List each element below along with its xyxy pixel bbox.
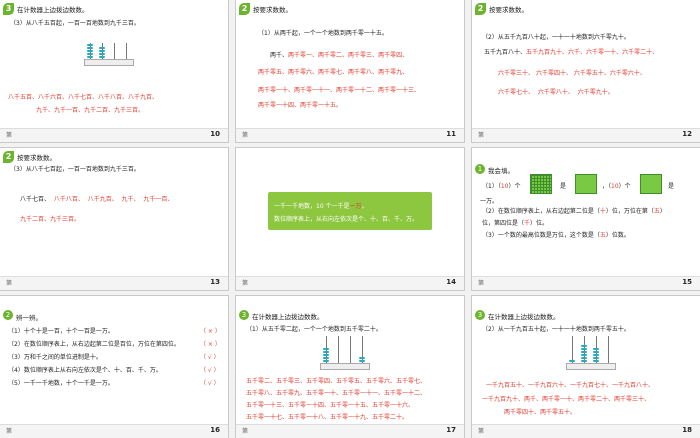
slide-number: 11 xyxy=(446,130,456,138)
slide-badge: 1 xyxy=(475,164,485,174)
answer-line: 一千九百九十、两千、两千零一十、两千零二十、两千零三十、 xyxy=(482,396,651,403)
slide-footer: 第 16 xyxy=(0,424,228,438)
answer-line: 五千零八、五千零九、五千零一十、五千零一十一、五千零一十二、 xyxy=(246,390,427,397)
slide-15[interactable]: 1 我会填。 （1）（10）个 是 ，（10）个 是 一万。 （2）在数位顺序表… xyxy=(472,148,700,290)
slide-footer: 第 10 xyxy=(0,128,228,142)
slide-footer: 第 17 xyxy=(236,424,464,438)
slide-number: 14 xyxy=(446,278,456,286)
slide-footer: 第 15 xyxy=(472,276,700,290)
slide-badge: 2 xyxy=(239,3,250,15)
fill-q3: （3）一个数的最高位数是万位，这个数是（五）位数。 xyxy=(482,232,630,239)
question: （3）从八千五百起，一百一百地数到九千三百。 xyxy=(10,20,140,27)
slide-title: 在计数器上边拨边数数。 xyxy=(488,313,560,321)
judge-answer: （ √ ） xyxy=(200,380,220,387)
slide-title: 我会填。 xyxy=(488,167,514,175)
cube-thousand-icon xyxy=(575,174,597,194)
slide-badge: 3 xyxy=(239,310,249,320)
answer-line: 六千零七十、 六千零八十、 六千零九十。 xyxy=(498,89,614,96)
slide-11[interactable]: 2 按要求数数。 （1）从两千起，一个一个地数到两千零一十五。 两千、两千零一、… xyxy=(236,0,464,142)
slide-footer: 第 12 xyxy=(472,128,700,142)
slide-badge: 2 xyxy=(3,151,14,163)
question: （3）从八千七百起，一百一百地数到九千三百。 xyxy=(10,166,140,173)
slide-13[interactable]: 2 按要求数数。 （3）从八千七百起，一百一百地数到九千三百。 八千七百、 八千… xyxy=(0,148,228,290)
abacus xyxy=(320,336,370,370)
slide-12[interactable]: 2 按要求数数。 （2）从五千九百八十起，一十一十地数到六千零九十。 五千九百八… xyxy=(472,0,700,142)
summary-line: 一千一千地数，10 个一千是一万。 xyxy=(274,203,368,210)
answer-line: 五千九百八十、五千九百九十、六千、六千零一十、六千零二十、 xyxy=(484,49,659,56)
slide-number: 18 xyxy=(682,426,692,434)
slide-badge: 2 xyxy=(3,310,13,320)
answer-line: 五千零一十三、五千零一十四、五千零一十五、五千零一十六、 xyxy=(246,402,415,409)
judge-item: （5）一千一千地数，十个一千是一万。 xyxy=(8,380,114,387)
slide-badge: 3 xyxy=(3,3,14,15)
slide-footer: 第 14 xyxy=(236,276,464,290)
answer-line: 两千零五、两千零六、两千零七、两千零八、两千零九、 xyxy=(258,69,409,76)
slide-footer: 第 13 xyxy=(0,276,228,290)
slide-grid: 3 在计数器上边拨边数数。 （3）从八千五百起，一百一百地数到九千三百。 八千五… xyxy=(0,0,700,438)
cube-thousand-icon xyxy=(640,174,662,194)
slide-title: 按要求数数。 xyxy=(253,6,292,14)
slide-17[interactable]: 3 在计数器上边拨边数数。 （1）从五千零二起，一个一个地数到五千零二十。 五千… xyxy=(236,296,464,438)
answer-line: 八千五百、八千六百、八千七百、八千八百、八千九百、 xyxy=(8,94,159,101)
slide-title: 在计数器上边拨边数数。 xyxy=(17,6,89,14)
fill-q1: （1）（10）个 xyxy=(482,183,521,190)
judge-item: （3）万和千之间的单位进制是十。 xyxy=(8,354,102,361)
answer-line: 八千七百、 八千八百、 八千九百、 九千、 九千一百、 xyxy=(20,196,174,203)
judge-answer: （ × ） xyxy=(200,341,221,348)
abacus xyxy=(84,42,134,66)
slide-title: 按要求数数。 xyxy=(489,6,528,14)
question: （2）从一千九百五十起，一十一十地数到两千零五十。 xyxy=(482,326,630,333)
slide-number: 15 xyxy=(682,278,692,286)
slide-16[interactable]: 2 辨一辨。 （1）十个十是一百，十个一百是一万。 （ × ） （2）在数位顺序… xyxy=(0,296,228,438)
answer-line: 两千零一十四、两千零一十五。 xyxy=(258,102,343,109)
slide-number: 10 xyxy=(210,130,220,138)
slide-badge: 3 xyxy=(475,310,485,320)
question: （2）从五千九百八十起，一十一十地数到六千零九十。 xyxy=(482,34,630,41)
slide-title: 在计数器上边拨边数数。 xyxy=(252,313,324,321)
answer-line: 九千二百、九千三百。 xyxy=(20,216,81,223)
abacus xyxy=(566,336,616,370)
judge-answer: （ √ ） xyxy=(200,354,220,361)
judge-answer: （ × ） xyxy=(200,328,221,335)
answer-line: 九千、九千一百、九千二百、九千三百。 xyxy=(36,107,145,114)
slide-footer: 第 18 xyxy=(472,424,700,438)
question: （1）从五千零二起，一个一个地数到五千零二十。 xyxy=(246,326,382,333)
answer-line: 六千零三十、 六千零四十、 六千零五十、六千零六十、 xyxy=(498,70,646,77)
answer-line: 两千零四十、两千零五十。 xyxy=(504,409,577,416)
answer-line: 两千、两千零一、两千零二、两千零三、两千零四、 xyxy=(270,52,409,59)
answer-line: 五千零一十七、五千零一十八、五千零一十九、五千零二十。 xyxy=(246,414,409,421)
slide-number: 13 xyxy=(210,278,220,286)
slide-14[interactable]: 一千一千地数，10 个一千是一万。 数位顺序表上，从右向左依次是个、十、百、千、… xyxy=(236,148,464,290)
summary-line: 数位顺序表上，从右向左依次是个、十、百、千、万。 xyxy=(274,216,419,223)
slide-title: 辨一辨。 xyxy=(16,314,42,322)
slide-number: 17 xyxy=(446,426,456,434)
answer-line: 五千零二、五千零三、五千零四、五千零五、五千零六、五千零七、 xyxy=(246,378,427,385)
answer-line: 两千零一十、两千零一十一、两千零一十二、两千零一十三、 xyxy=(258,87,421,94)
question: （1）从两千起，一个一个地数到两千零一十五。 xyxy=(258,30,388,37)
slide-18[interactable]: 3 在计数器上边拨边数数。 （2）从一千九百五十起，一十一十地数到两千零五十。 … xyxy=(472,296,700,438)
slide-footer: 第 11 xyxy=(236,128,464,142)
judge-item: （1）十个十是一百，十个一百是一万。 xyxy=(8,328,114,335)
summary-box: 一千一千地数，10 个一千是一万。 数位顺序表上，从右向左依次是个、十、百、千、… xyxy=(268,192,432,230)
judge-item: （4）数位顺序表上从右向左依次是个、十、百、千、万。 xyxy=(8,367,162,374)
slide-10[interactable]: 3 在计数器上边拨边数数。 （3）从八千五百起，一百一百地数到九千三百。 八千五… xyxy=(0,0,228,142)
slide-badge: 2 xyxy=(475,3,486,15)
slide-number: 16 xyxy=(210,426,220,434)
fill-q2: （2）在数位顺序表上，从右边起第二位是（十）位，万位在第（五） xyxy=(482,208,666,215)
judge-item: （2）在数位顺序表上，从右边起第二位是百位，万位在第四位。 xyxy=(8,341,180,348)
slide-title: 按要求数数。 xyxy=(17,154,56,162)
judge-answer: （ √ ） xyxy=(200,367,220,374)
slide-number: 12 xyxy=(682,130,692,138)
cube-thousand-icon xyxy=(530,174,552,194)
answer-line: 一千九百五十、一千九百六十、一千九百七十、一千九百八十、 xyxy=(486,382,655,389)
